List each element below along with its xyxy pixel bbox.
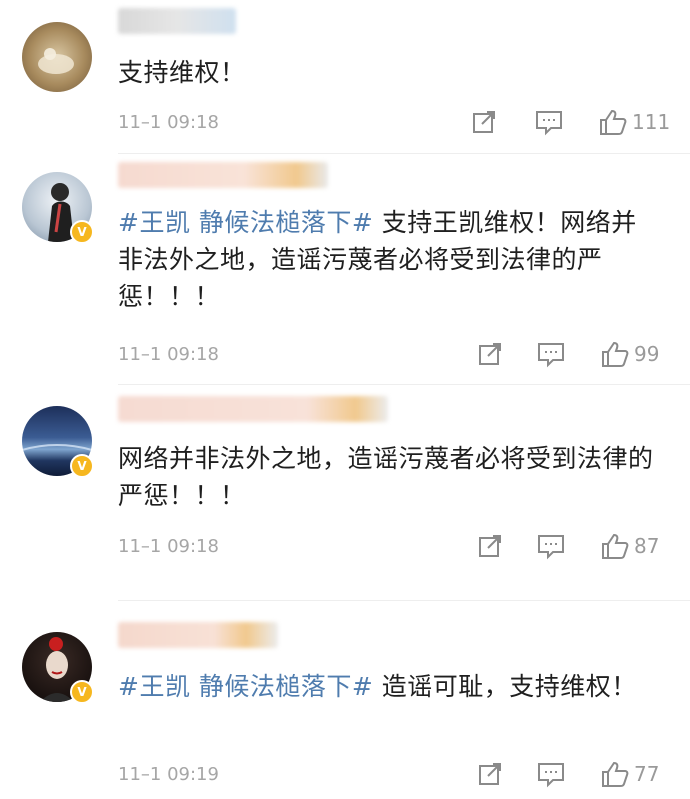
verified-badge: V bbox=[70, 680, 94, 704]
comment-actions: 99 bbox=[470, 340, 680, 370]
share-icon bbox=[479, 535, 501, 557]
share-button[interactable] bbox=[476, 532, 504, 562]
username-blurred[interactable] bbox=[118, 162, 328, 188]
like-icon bbox=[602, 533, 629, 559]
comment-icon bbox=[536, 111, 562, 136]
username-blurred[interactable] bbox=[118, 8, 236, 34]
topic-tag[interactable]: #王凯 静候法槌落下# bbox=[118, 208, 373, 237]
comment-icon bbox=[538, 535, 564, 560]
like-count: 77 bbox=[634, 762, 660, 786]
divider bbox=[118, 153, 690, 154]
share-button[interactable] bbox=[470, 108, 498, 138]
comment-button[interactable] bbox=[534, 108, 564, 138]
share-icon bbox=[479, 343, 501, 365]
like-count: 99 bbox=[634, 342, 660, 366]
timestamp: 11–1 09:18 bbox=[118, 344, 219, 365]
comment-actions: 111 bbox=[470, 108, 680, 138]
like-icon bbox=[600, 109, 627, 135]
like-count: 87 bbox=[634, 534, 660, 558]
share-button[interactable] bbox=[476, 340, 504, 370]
like-button[interactable]: 99 bbox=[600, 340, 659, 370]
timestamp: 11–1 09:18 bbox=[118, 112, 219, 133]
comment-actions: 77 bbox=[470, 760, 680, 790]
comment-button[interactable] bbox=[536, 340, 566, 370]
comment-button[interactable] bbox=[536, 532, 566, 562]
like-button[interactable]: 77 bbox=[600, 760, 659, 790]
verified-badge: V bbox=[70, 220, 94, 244]
like-button[interactable]: 87 bbox=[600, 532, 659, 562]
like-icon bbox=[602, 341, 629, 367]
divider bbox=[118, 600, 690, 601]
comment-icon bbox=[538, 763, 564, 788]
topic-tag[interactable]: #王凯 静候法槌落下# bbox=[118, 672, 373, 701]
avatar[interactable] bbox=[22, 22, 92, 92]
username-blurred[interactable] bbox=[118, 622, 278, 648]
comment-icon bbox=[538, 343, 564, 368]
share-button[interactable] bbox=[476, 760, 504, 790]
like-count: 111 bbox=[632, 110, 671, 134]
comment-button[interactable] bbox=[536, 760, 566, 790]
like-icon bbox=[602, 761, 629, 787]
like-button[interactable]: 111 bbox=[598, 108, 670, 138]
divider bbox=[118, 384, 690, 385]
share-icon bbox=[479, 763, 501, 785]
comment-text: 网络并非法外之地，造谣污蔑者必将受到法律的严惩！！！ bbox=[118, 444, 654, 510]
timestamp: 11–1 09:18 bbox=[118, 536, 219, 557]
comment-actions: 87 bbox=[470, 532, 680, 562]
comment-text: 支持维权！ bbox=[118, 58, 246, 87]
avatar-image bbox=[38, 48, 74, 74]
timestamp: 11–1 09:19 bbox=[118, 764, 219, 785]
comment-text: #王凯 静候法槌落下# 造谣可耻，支持维权！ bbox=[118, 672, 637, 701]
username-blurred[interactable] bbox=[118, 396, 388, 422]
comment-text: #王凯 静候法槌落下# 支持王凯维权！网络并非法外之地，造谣污蔑者必将受到法律的… bbox=[118, 208, 637, 311]
verified-badge: V bbox=[70, 454, 94, 478]
share-icon bbox=[473, 111, 495, 133]
